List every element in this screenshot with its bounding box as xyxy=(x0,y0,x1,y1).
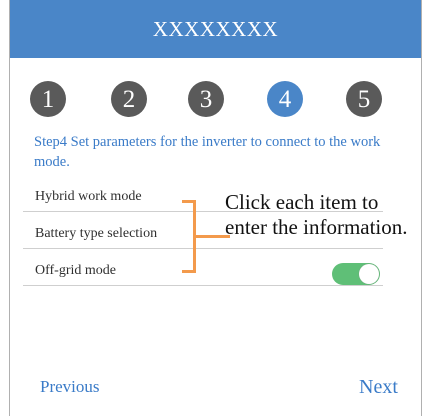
off-grid-mode-toggle[interactable] xyxy=(332,263,380,285)
hybrid-work-mode-label: Hybrid work mode xyxy=(35,189,142,204)
next-button[interactable]: Next xyxy=(359,376,398,399)
annotation-callout: Click each item to enter the information… xyxy=(225,190,408,239)
annotation-bracket xyxy=(182,200,196,273)
off-grid-mode-label: Off-grid mode xyxy=(35,263,116,278)
step-4-active: 4 xyxy=(267,81,303,117)
step-2: 2 xyxy=(111,81,147,117)
step-instruction: Step4 Set parameters for the inverter to… xyxy=(34,134,381,170)
step-indicator: 1 2 3 4 5 xyxy=(10,81,421,117)
previous-button[interactable]: Previous xyxy=(40,377,100,397)
toggle-knob xyxy=(359,264,379,284)
off-grid-mode-item[interactable]: Off-grid mode xyxy=(23,258,383,286)
step-3: 3 xyxy=(188,81,224,117)
header-bar: XXXXXXXX xyxy=(10,0,421,58)
step-1: 1 xyxy=(30,81,66,117)
battery-type-selection-label: Battery type selection xyxy=(35,226,158,241)
app-screen: XXXXXXXX 1 2 3 4 5 Step4 Set parameters … xyxy=(9,0,422,416)
step-5: 5 xyxy=(346,81,382,117)
header-title: XXXXXXXX xyxy=(152,16,279,41)
